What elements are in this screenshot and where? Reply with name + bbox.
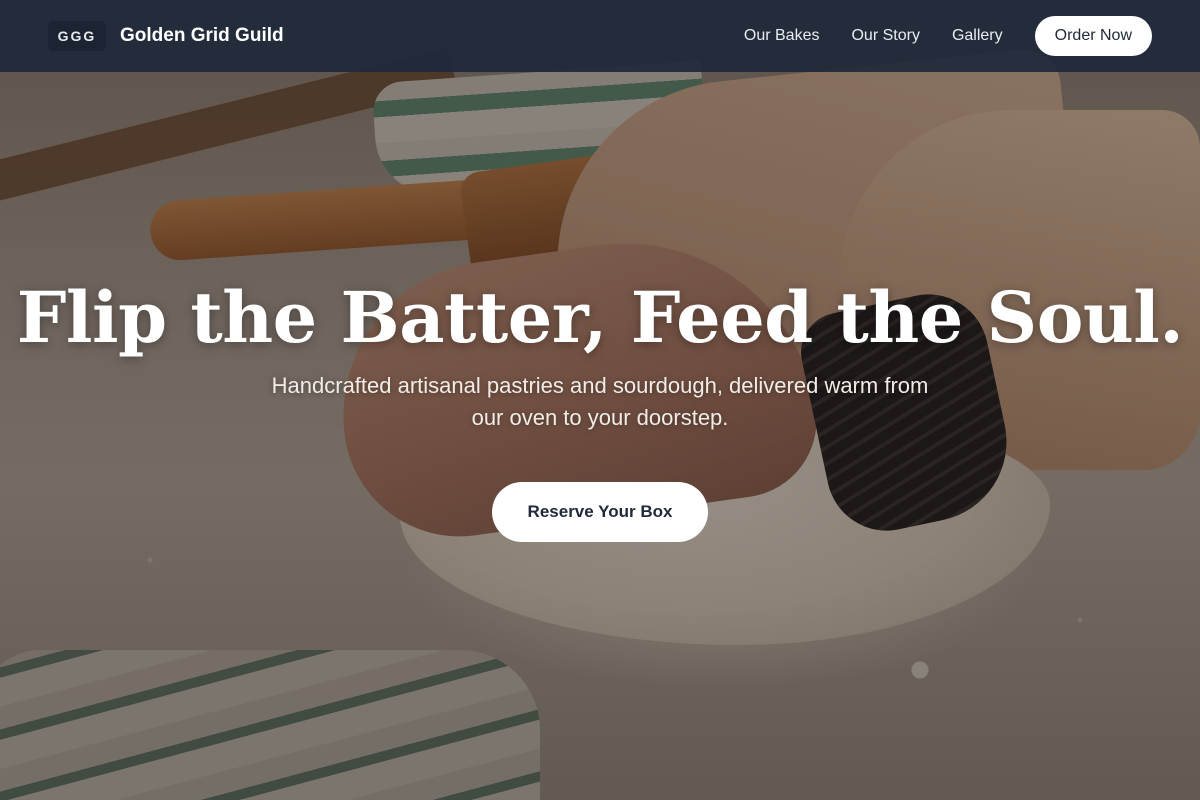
hero-copy: Flip the Batter, Feed the Soul. Handcraf…: [0, 276, 1200, 542]
order-now-button[interactable]: Order Now: [1034, 16, 1152, 56]
nav-link-our-story[interactable]: Our Story: [851, 27, 919, 45]
hero-section: GGG Golden Grid Guild Our Bakes Our Stor…: [0, 0, 1200, 800]
nav-link-gallery[interactable]: Gallery: [952, 27, 1003, 45]
hero-subtitle: Handcrafted artisanal pastries and sourd…: [271, 373, 929, 430]
brand[interactable]: GGG Golden Grid Guild: [48, 21, 284, 51]
top-navbar: GGG Golden Grid Guild Our Bakes Our Stor…: [0, 0, 1200, 72]
reserve-your-box-button[interactable]: Reserve Your Box: [492, 482, 708, 542]
nav-links: Our Bakes Our Story Gallery Order Now: [744, 16, 1152, 56]
logo-badge[interactable]: GGG: [48, 21, 106, 51]
nav-link-our-bakes[interactable]: Our Bakes: [744, 27, 820, 45]
brand-name[interactable]: Golden Grid Guild: [120, 25, 284, 47]
hero-title: Flip the Batter, Feed the Soul.: [16, 276, 1184, 359]
